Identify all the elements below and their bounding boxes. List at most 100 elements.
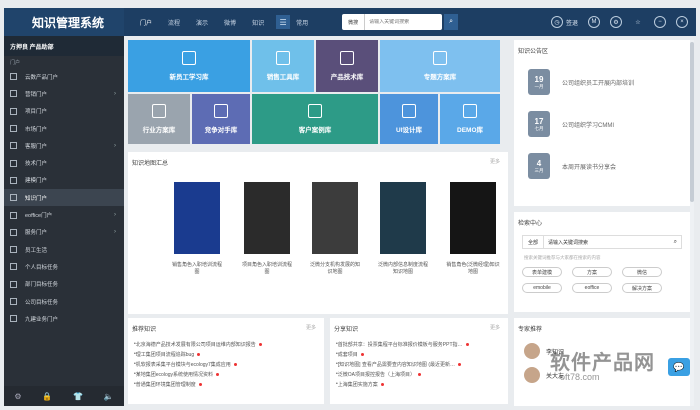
sidebar-item[interactable]: 公司目标任务 xyxy=(4,293,124,310)
sidebar-item[interactable]: 项目门户 xyxy=(4,103,124,120)
grid-icon xyxy=(152,104,166,118)
sidebar-item[interactable]: 技术门户 xyxy=(4,154,124,171)
sidebar-item[interactable]: 个人目标任务 xyxy=(4,258,124,275)
sidebar-item[interactable]: 云数产品门户 xyxy=(4,68,124,85)
sidebar-item-knowledge[interactable]: 知识门户 xyxy=(4,189,124,207)
book-item[interactable]: 泛微分支机构发展的知识地图 xyxy=(308,182,362,276)
tag[interactable]: 表单建模 xyxy=(522,267,562,277)
book-cover xyxy=(380,182,426,254)
nav-common[interactable]: 常用 xyxy=(290,18,314,27)
chevron-right-icon: › xyxy=(114,142,116,149)
tag[interactable]: 解决方案 xyxy=(622,283,662,293)
chart-icon xyxy=(276,51,290,65)
list-item[interactable]: • 泛微OA项目报控报告（上海项目） xyxy=(330,369,508,379)
announce-item[interactable]: 19 一月 公司组织员工开展内部培训 xyxy=(514,61,690,103)
settings-icon[interactable]: ⚙ xyxy=(14,392,21,401)
menu-grid-icon[interactable]: ☰ xyxy=(276,15,291,29)
sidebar-item[interactable]: 客服门户 › xyxy=(4,137,124,154)
book-item[interactable]: 泛微内部信息制度流程知识地图 xyxy=(376,182,430,276)
list-item[interactable]: • 某地集团ecology系统使用情况资料 xyxy=(128,369,324,379)
sidebar-item[interactable]: 市场门户 xyxy=(4,120,124,137)
list-item[interactable]: • 机软报表采集平台模块与ecology7集成应用 xyxy=(128,359,324,369)
scrollbar[interactable] xyxy=(690,40,694,406)
app-title: 知识管理系统 xyxy=(4,8,124,36)
top-navbar: 知识管理系统 门户 流程 演示 微博 知识 ☰ 常用 微搜 ⌕ ◷签退 M ⚙ … xyxy=(4,8,696,36)
search-icon[interactable]: ⌕ xyxy=(670,239,681,246)
tag[interactable]: 方案 xyxy=(572,267,612,277)
nav-portal[interactable]: 门户 xyxy=(132,8,160,36)
hot-tags: 表单建模 方案 微信 emobile eoffice 解决方案 xyxy=(514,265,690,295)
tile-industry-solutions[interactable]: 行业方案库 xyxy=(128,94,190,144)
list-item[interactable]: • 上海集团实施方案 xyxy=(330,379,508,389)
tile-sales-tools[interactable]: 销售工具库 xyxy=(252,40,314,92)
sidebar-item[interactable]: 九建业务门户 xyxy=(4,310,124,327)
tile-topic-solutions[interactable]: 专题方案库 xyxy=(380,40,500,92)
nav-knowledge[interactable]: 知识 xyxy=(244,8,272,36)
book-item[interactable]: 项目角色入职培训流程图 xyxy=(240,182,294,276)
list-item[interactable]: • 理工集团项目流程追踪bug xyxy=(128,349,324,359)
announce-item[interactable]: 17 七月 公司组织学习CMMI xyxy=(514,103,690,145)
shirt-icon[interactable]: 👕 xyxy=(73,392,83,401)
sidebar-item[interactable]: eoffice门户 › xyxy=(4,206,124,223)
tile-ui-design[interactable]: UI设计库 xyxy=(380,94,438,144)
minimize-icon[interactable]: − xyxy=(654,16,666,28)
nav-demo[interactable]: 演示 xyxy=(188,8,216,36)
list-item[interactable]: • [知识地图] 查看产品需要查内容知识地图 (最近更新… xyxy=(330,359,508,369)
kb-search-input[interactable]: 请输入关键词搜索 xyxy=(544,239,670,246)
book-cover xyxy=(174,182,220,254)
sidebar-item[interactable]: 建模门户 xyxy=(4,172,124,189)
share-icon xyxy=(340,51,354,65)
tile-product-tech[interactable]: 产品技术库 xyxy=(316,40,378,92)
speaker-icon[interactable]: 🔈 xyxy=(104,392,114,401)
global-search[interactable]: 微搜 xyxy=(342,14,443,30)
close-icon[interactable]: × xyxy=(676,16,688,28)
user-icon xyxy=(182,51,196,65)
sidebar-item[interactable]: 部门目标任务 xyxy=(4,276,124,293)
panel-title: 分享知识 xyxy=(334,327,359,333)
chevron-right-icon: › xyxy=(114,212,116,219)
tile-new-staff[interactable]: 新员工学习库 xyxy=(128,40,250,92)
announce-item[interactable]: 4 三月 本周开展读书分享会 xyxy=(514,145,690,187)
more-link[interactable]: 更多 xyxy=(490,158,500,165)
search-input[interactable] xyxy=(365,19,426,25)
sidebar-item[interactable]: 员工生活 xyxy=(4,241,124,258)
signout-button[interactable]: ◷ 签退 xyxy=(550,16,578,28)
nav-workflow[interactable]: 流程 xyxy=(160,8,188,36)
panel-title: 检索中心 xyxy=(518,221,543,227)
more-link[interactable]: 更多 xyxy=(490,324,500,331)
sidebar-item[interactable]: 服务门户 › xyxy=(4,224,124,241)
page-icon xyxy=(10,176,17,184)
list-item[interactable]: • 北京海德产品技术发展有限公司项目运维内部知识报告 xyxy=(128,339,324,349)
page-icon xyxy=(10,142,17,150)
nav-weibo[interactable]: 微博 xyxy=(216,8,244,36)
list-item[interactable]: • 成套项目 xyxy=(330,349,508,359)
scroll-thumb[interactable] xyxy=(690,42,694,202)
recommend-panel: 推荐知识 更多 • 北京海德产品技术发展有限公司项目运维内部知识报告 • 理工集… xyxy=(128,318,324,404)
page-icon xyxy=(10,228,17,236)
avatar xyxy=(524,367,540,383)
sidebar-item[interactable]: 营销门户 › xyxy=(4,85,124,102)
tile-demo[interactable]: DEMO库 xyxy=(440,94,500,144)
tile-competitors[interactable]: 竞争对手库 xyxy=(192,94,250,144)
more-link[interactable]: 更多 xyxy=(306,324,316,331)
tile-customer-cases[interactable]: 客户案例库 xyxy=(252,94,378,144)
star-icon[interactable]: ☆ xyxy=(632,16,644,28)
lock-icon[interactable]: 🔒 xyxy=(42,392,52,401)
chat-icon[interactable]: 💬 xyxy=(668,358,690,376)
tag[interactable]: 微信 xyxy=(622,267,662,277)
tag[interactable]: emobile xyxy=(522,283,562,293)
mail-icon[interactable]: M xyxy=(588,16,600,28)
search-category[interactable]: 微搜 xyxy=(342,14,366,30)
list-item[interactable]: • 首批部共享：投票集程平台标准报价模板与服务PPT指… xyxy=(330,339,508,349)
search-icon[interactable]: ⌕ xyxy=(444,14,459,30)
list-item[interactable]: • 普通集团环境集团管理制度 xyxy=(128,379,324,389)
book-item[interactable]: 销售角色入职培训流程图 xyxy=(170,182,224,276)
clock-icon: ◷ xyxy=(550,16,563,28)
app-window: 知识管理系统 门户 流程 演示 微博 知识 ☰ 常用 微搜 ⌕ ◷签退 M ⚙ … xyxy=(0,0,700,410)
settings-icon[interactable]: ⚙ xyxy=(610,16,622,28)
page-icon xyxy=(10,107,17,115)
kb-search[interactable]: 全部 请输入关键词搜索 ⌕ xyxy=(522,235,682,249)
tag[interactable]: eoffice xyxy=(572,283,612,293)
book-item[interactable]: 销售角色(泛微经理)知识地图 xyxy=(446,182,500,276)
kb-category[interactable]: 全部 xyxy=(523,236,545,248)
